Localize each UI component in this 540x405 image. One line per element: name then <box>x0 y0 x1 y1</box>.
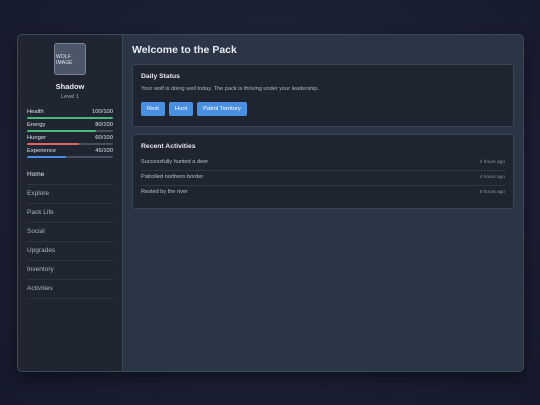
sidebar-nav: Home Explore Pack Life Social Upgrades I… <box>27 166 113 299</box>
status-text: Your wolf is doing well today. The pack … <box>141 86 320 92</box>
activity-item: Patrolled northern border 4 hours ago <box>141 171 505 186</box>
nav-item-social[interactable]: Social <box>27 223 113 242</box>
experience-bar-fill <box>27 156 66 158</box>
rest-button[interactable]: Rest <box>141 102 165 116</box>
nav-item-explore[interactable]: Explore <box>27 185 113 204</box>
stat-value: 80/100 <box>95 122 113 128</box>
card-title: Recent Activities <box>141 143 196 150</box>
nav-item-pack-life[interactable]: Pack Life <box>27 204 113 223</box>
activity-text: Successfully hunted a deer <box>141 159 209 165</box>
stat-value: 60/100 <box>95 135 113 141</box>
stat-experience: Experience 45/100 <box>27 148 113 158</box>
hunger-bar-fill <box>27 143 79 145</box>
hunger-bar <box>27 143 113 145</box>
nav-item-upgrades[interactable]: Upgrades <box>27 242 113 261</box>
activity-item: Successfully hunted a deer 2 hours ago <box>141 156 505 171</box>
activity-text: Rested by the river <box>141 189 188 195</box>
avatar: WOLF IMAGE <box>54 43 86 75</box>
app-window: WOLF IMAGE Shadow Level 1 Health 100/100… <box>17 34 524 372</box>
page-title: Welcome to the Pack <box>132 44 237 56</box>
patrol-territory-button[interactable]: Patrol Territory <box>197 102 247 116</box>
activity-time: 6 hours ago <box>479 189 505 195</box>
stat-energy: Energy 80/100 <box>27 122 113 132</box>
health-bar-fill <box>27 117 113 119</box>
health-bar <box>27 117 113 119</box>
player-name: Shadow <box>55 82 85 91</box>
experience-bar <box>27 156 113 158</box>
stat-label: Energy <box>27 122 46 128</box>
nav-item-activities[interactable]: Activities <box>27 280 113 299</box>
activity-time: 4 hours ago <box>479 174 505 180</box>
activity-text: Patrolled northern border <box>141 174 204 180</box>
activity-item: Rested by the river 6 hours ago <box>141 186 505 200</box>
player-level: Level 1 <box>61 94 79 100</box>
stat-value: 45/100 <box>95 148 113 154</box>
sidebar: WOLF IMAGE Shadow Level 1 Health 100/100… <box>18 35 123 371</box>
nav-item-home[interactable]: Home <box>27 166 113 185</box>
energy-bar <box>27 130 113 132</box>
stat-label: Health <box>27 109 44 115</box>
nav-item-inventory[interactable]: Inventory <box>27 261 113 280</box>
main-content: Welcome to the Pack Daily Status Your wo… <box>123 35 523 371</box>
action-buttons: Rest Hunt Patrol Territory <box>141 102 505 116</box>
hunt-button[interactable]: Hunt <box>168 102 194 116</box>
stat-hunger: Hunger 60/100 <box>27 135 113 145</box>
activity-time: 2 hours ago <box>479 159 505 165</box>
stat-value: 100/100 <box>92 109 113 115</box>
card-title: Daily Status <box>141 73 180 80</box>
stat-health: Health 100/100 <box>27 109 113 119</box>
stat-label: Experience <box>27 148 57 154</box>
recent-activities-card: Recent Activities Successfully hunted a … <box>132 134 514 209</box>
daily-status-card: Daily Status Your wolf is doing well tod… <box>132 64 514 127</box>
energy-bar-fill <box>27 130 96 132</box>
stats-panel: Health 100/100 Energy 80/100 Hunger 60/1… <box>27 109 113 158</box>
stat-label: Hunger <box>27 135 47 141</box>
